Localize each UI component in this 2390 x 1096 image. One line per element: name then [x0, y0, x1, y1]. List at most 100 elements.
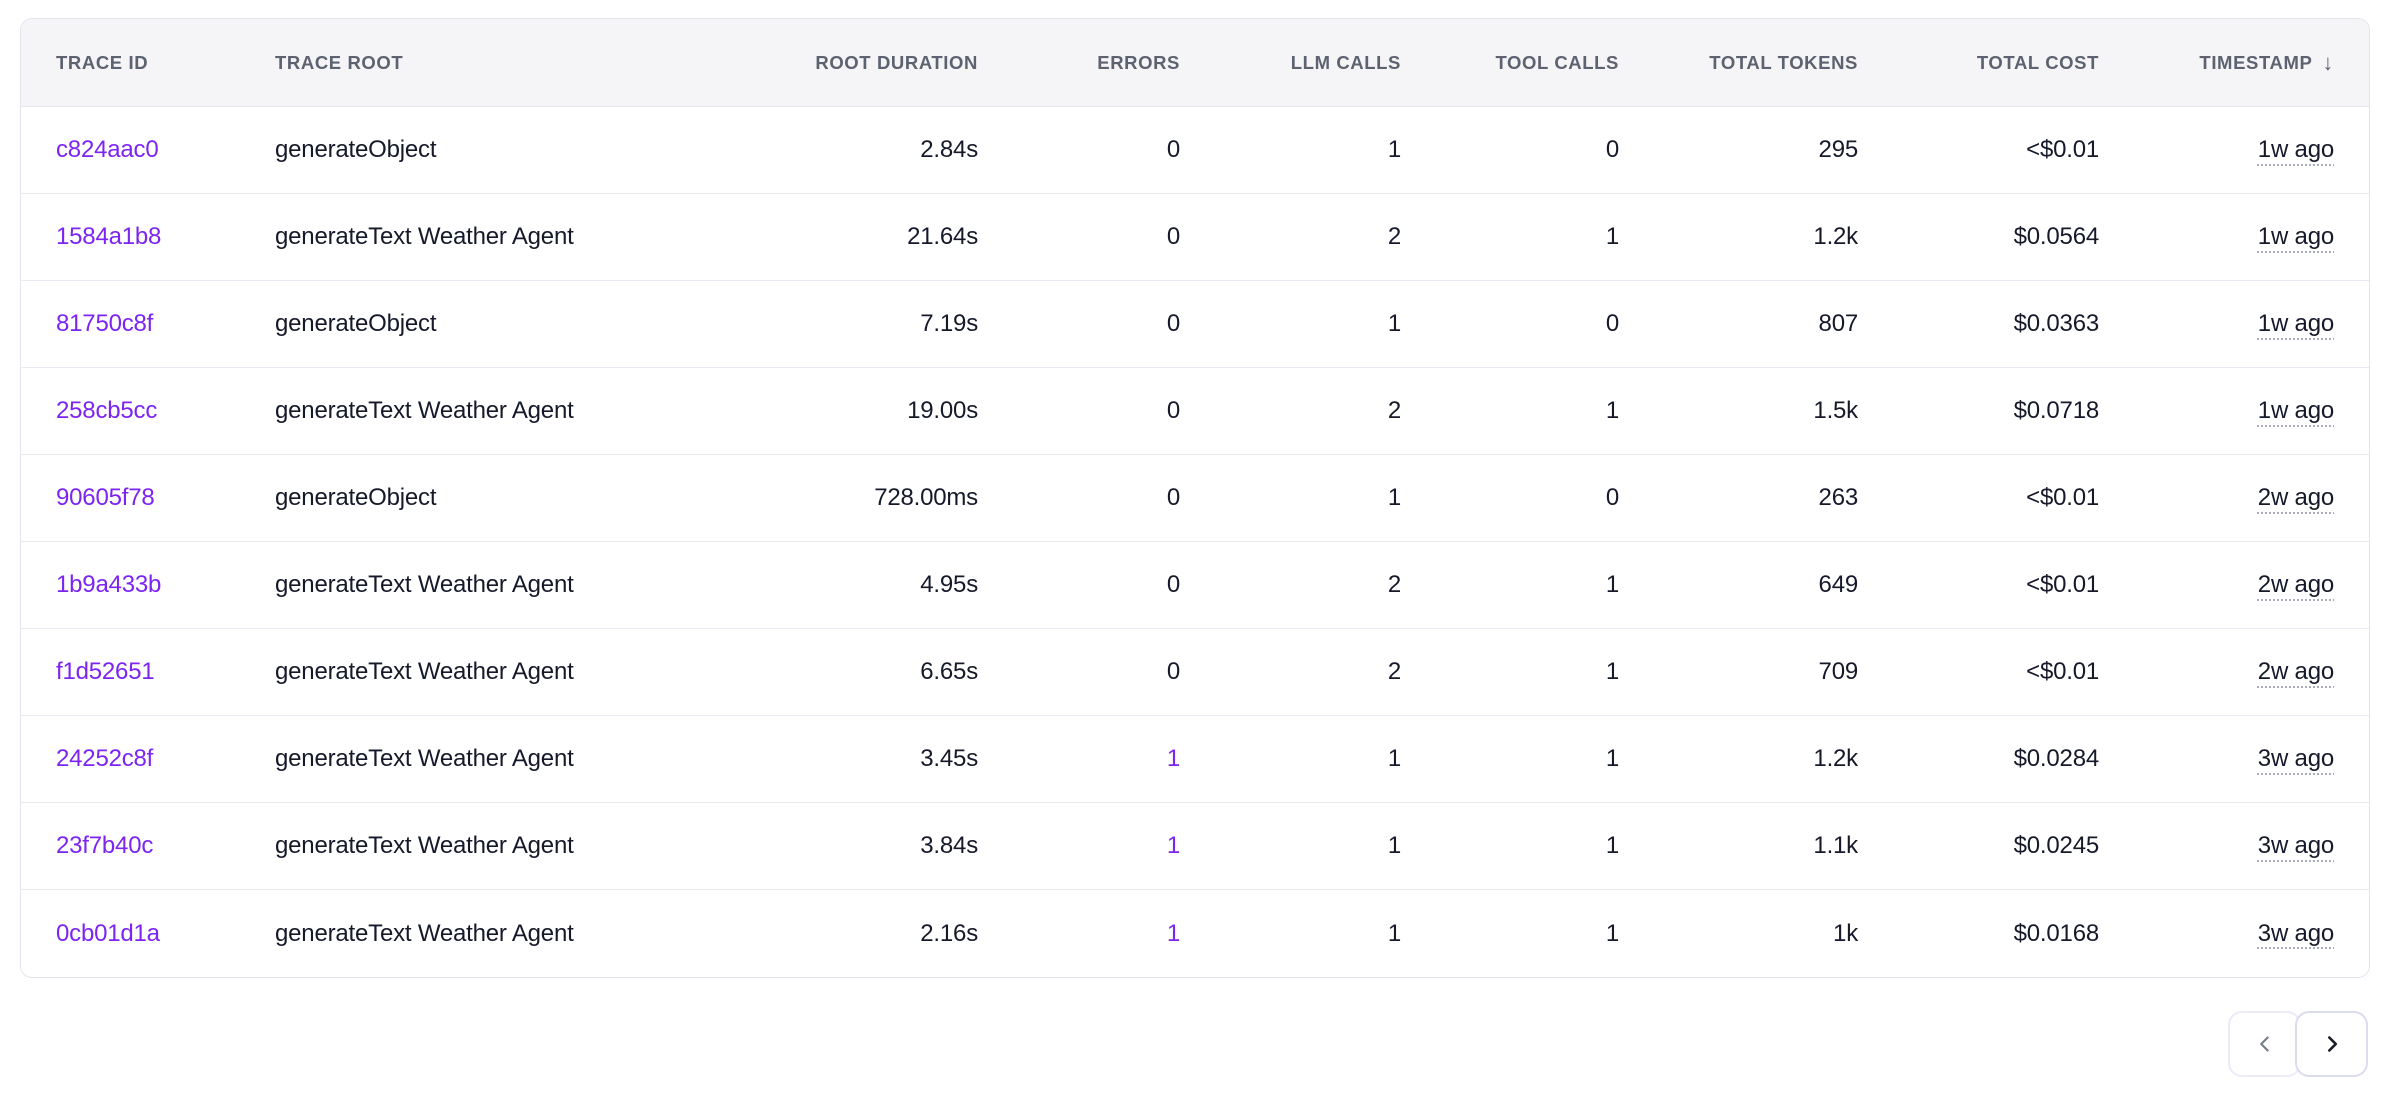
cell-total_cost: <$0.01: [1858, 571, 2099, 599]
trace_root-value: generateText Weather Agent: [275, 397, 574, 425]
cell-trace_root: generateText Weather Agent: [275, 920, 648, 948]
cell-root_duration: 2.16s: [648, 920, 978, 948]
trace-id-link[interactable]: 1b9a433b: [56, 571, 161, 599]
trace-id-link[interactable]: 258cb5cc: [56, 397, 157, 425]
cell-errors: 0: [978, 397, 1180, 425]
tool_calls-value: 1: [1606, 658, 1619, 686]
cell-trace_root: generateObject: [275, 310, 648, 338]
trace_root-value: generateObject: [275, 136, 436, 164]
trace-id-link[interactable]: 81750c8f: [56, 310, 153, 338]
cell-trace_root: generateObject: [275, 484, 648, 512]
column-header-label: ERRORS: [1097, 52, 1180, 74]
timestamp-value[interactable]: 1w ago: [2258, 136, 2334, 164]
trace-id-link[interactable]: 23f7b40c: [56, 832, 153, 860]
cell-trace_root: generateObject: [275, 136, 648, 164]
table-row: 23f7b40cgenerateText Weather Agent3.84s1…: [21, 803, 2369, 890]
cell-trace_id: 0cb01d1a: [56, 920, 275, 948]
timestamp-value[interactable]: 2w ago: [2258, 484, 2334, 512]
cell-trace_root: generateText Weather Agent: [275, 397, 648, 425]
timestamp-value[interactable]: 1w ago: [2258, 310, 2334, 338]
total_cost-value: $0.0284: [2014, 745, 2099, 773]
timestamp-value[interactable]: 1w ago: [2258, 223, 2334, 251]
errors-value: 0: [1167, 571, 1180, 599]
cell-total_cost: $0.0564: [1858, 223, 2099, 251]
total_cost-value: <$0.01: [2026, 136, 2099, 164]
errors-value: 0: [1167, 658, 1180, 686]
errors-value: 0: [1167, 310, 1180, 338]
cell-timestamp: 3w ago: [2099, 920, 2334, 948]
cell-timestamp: 1w ago: [2099, 397, 2334, 425]
cell-llm_calls: 2: [1180, 397, 1401, 425]
total_tokens-value: 1.5k: [1813, 397, 1858, 425]
cell-trace_root: generateText Weather Agent: [275, 571, 648, 599]
timestamp-value[interactable]: 3w ago: [2258, 920, 2334, 948]
table-row: 24252c8f generateText Weather Agent3.45s 1…: [21, 716, 2369, 803]
timestamp-value[interactable]: 3w ago: [2258, 832, 2334, 860]
cell-root_duration: 3.84s: [648, 832, 978, 860]
errors-value: 0: [1167, 397, 1180, 425]
root_duration-value: 2.84s: [920, 136, 978, 164]
column-header-trace_id[interactable]: TRACE ID: [56, 52, 275, 74]
timestamp-value[interactable]: 2w ago: [2258, 571, 2334, 599]
traces-table: TRACE IDTRACE ROOT ROOT DURATION ERRORS LLM…: [20, 18, 2370, 978]
cell-total_tokens: 1.1k: [1619, 832, 1858, 860]
tool_calls-value: 0: [1606, 310, 1619, 338]
cell-errors: 0: [978, 310, 1180, 338]
cell-llm_calls: 2: [1180, 658, 1401, 686]
cell-root_duration: 728.00ms: [648, 484, 978, 512]
column-header-label: LLM CALLS: [1291, 52, 1401, 74]
root_duration-value: 6.65s: [920, 658, 978, 686]
column-header-label: TOTAL COST: [1977, 52, 2099, 74]
cell-llm_calls: 2: [1180, 223, 1401, 251]
llm_calls-value: 1: [1388, 484, 1401, 512]
tool_calls-value: 1: [1606, 223, 1619, 251]
timestamp-value[interactable]: 3w ago: [2258, 745, 2334, 773]
errors-value: 1: [1167, 745, 1180, 773]
column-header-tool_calls[interactable]: TOOL CALLS: [1401, 52, 1619, 74]
next-page-button[interactable]: [2295, 1011, 2368, 1077]
prev-page-button[interactable]: [2228, 1011, 2301, 1077]
cell-errors: 1: [978, 832, 1180, 860]
trace-id-link[interactable]: 0cb01d1a: [56, 920, 160, 948]
chevron-left-icon: [2252, 1031, 2278, 1057]
cell-errors: 0: [978, 136, 1180, 164]
cell-total_tokens: 295: [1619, 136, 1858, 164]
table-header-row: TRACE IDTRACE ROOT ROOT DURATION ERRORS LLM…: [21, 19, 2369, 107]
cell-root_duration: 3.45s: [648, 745, 978, 773]
total_cost-value: $0.0245: [2014, 832, 2099, 860]
cell-total_cost: <$0.01: [1858, 484, 2099, 512]
column-header-timestamp[interactable]: TIMESTAMP↓: [2099, 50, 2334, 76]
column-header-total_cost[interactable]: TOTAL COST: [1858, 52, 2099, 74]
trace_root-value: generateText Weather Agent: [275, 571, 574, 599]
trace-id-link[interactable]: 24252c8f: [56, 745, 153, 773]
table-row: 1b9a433b generateText Weather Agent 4.95s 0…: [21, 542, 2369, 629]
root_duration-value: 4.95s: [920, 571, 978, 599]
cell-trace_id: 90605f78: [56, 484, 275, 512]
column-header-total_tokens[interactable]: TOTAL TOKENS: [1619, 52, 1858, 74]
cell-trace_root: generateText Weather Agent: [275, 745, 648, 773]
column-header-llm_calls[interactable]: LLM CALLS: [1180, 52, 1401, 74]
total_cost-value: $0.0718: [2014, 397, 2099, 425]
column-header-errors[interactable]: ERRORS: [978, 52, 1180, 74]
total_cost-value: <$0.01: [2026, 571, 2099, 599]
cell-total_cost: $0.0245: [1858, 832, 2099, 860]
table-row: 1584a1b8generateText Weather Agent21.64s…: [21, 194, 2369, 281]
cell-llm_calls: 1: [1180, 484, 1401, 512]
total_tokens-value: 807: [1819, 310, 1858, 338]
column-header-label: TOTAL TOKENS: [1709, 52, 1858, 74]
cell-errors: 0: [978, 571, 1180, 599]
timestamp-value[interactable]: 2w ago: [2258, 658, 2334, 686]
trace-id-link[interactable]: 90605f78: [56, 484, 155, 512]
timestamp-value[interactable]: 1w ago: [2258, 397, 2334, 425]
trace-id-link[interactable]: f1d52651: [56, 658, 155, 686]
column-header-trace_root[interactable]: TRACE ROOT: [275, 52, 648, 74]
table-body: c824aac0generateObject2.84s010295<$0.011…: [21, 107, 2369, 977]
root_duration-value: 7.19s: [920, 310, 978, 338]
trace-id-link[interactable]: c824aac0: [56, 136, 159, 164]
column-header-root_duration[interactable]: ROOT DURATION: [648, 52, 978, 74]
cell-timestamp: 3w ago: [2099, 745, 2334, 773]
root_duration-value: 3.84s: [920, 832, 978, 860]
cell-total_tokens: 807: [1619, 310, 1858, 338]
trace-id-link[interactable]: 1584a1b8: [56, 223, 161, 251]
column-header-label: TRACE ROOT: [275, 52, 403, 74]
